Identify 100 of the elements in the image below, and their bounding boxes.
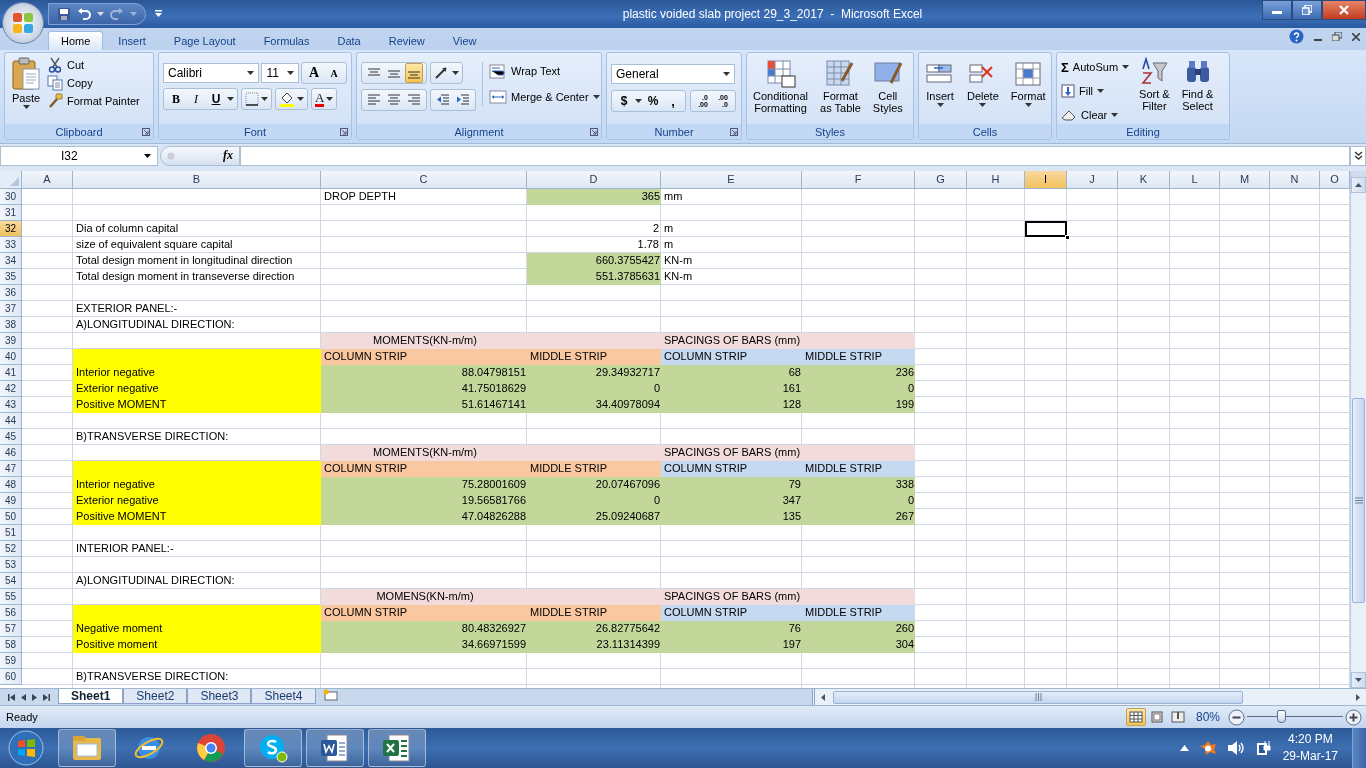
first-sheet-icon[interactable] — [8, 693, 15, 701]
format-as-table-button[interactable]: Format as Table — [818, 58, 863, 115]
cut-button[interactable]: Cut — [47, 56, 140, 74]
ribbon-tab[interactable]: Home — [48, 31, 104, 50]
ribbon-tab[interactable]: Review — [375, 31, 438, 50]
redo-icon[interactable] — [110, 7, 124, 21]
name-box[interactable]: I32 — [0, 145, 158, 166]
find-select-button[interactable]: Find & Select — [1179, 56, 1216, 113]
currency-button[interactable]: $ — [615, 91, 633, 111]
italic-button[interactable]: I — [187, 89, 205, 109]
ribbon-tab[interactable]: View — [439, 31, 490, 50]
align-lines-icon — [407, 94, 421, 106]
taskbar-app-button[interactable] — [244, 729, 302, 767]
scissors-icon — [47, 57, 63, 73]
clock-time[interactable]: 4:20 PM — [1287, 731, 1333, 748]
wrap-text-button[interactable]: Wrap Text — [489, 62, 600, 80]
zoom-out-icon[interactable] — [1228, 708, 1245, 726]
sort-filter-button[interactable]: Sort & Filter — [1137, 56, 1172, 113]
caret-icon — [635, 99, 642, 103]
format-button[interactable]: Format — [1008, 58, 1048, 108]
close-button[interactable] — [1322, 0, 1366, 20]
orientation-button[interactable] — [430, 62, 463, 84]
shrink-font-button[interactable]: A — [325, 63, 343, 83]
sheet-tab[interactable]: Sheet1 — [58, 689, 124, 705]
sheet-tab[interactable]: Sheet4 — [251, 689, 316, 705]
ribbon-tab[interactable]: Data — [324, 31, 374, 50]
previous-sheet-icon[interactable] — [21, 693, 26, 701]
copy-button[interactable]: Copy — [47, 74, 140, 92]
help-icon[interactable] — [1289, 29, 1304, 44]
scroll-down-button[interactable] — [1351, 672, 1366, 689]
folder-icon — [71, 734, 103, 762]
undo-icon[interactable] — [77, 7, 91, 21]
merge-icon — [489, 90, 507, 104]
insert-function-button[interactable]: fx — [160, 145, 240, 166]
conditional-formatting-button[interactable]: Conditional Formatting — [751, 58, 811, 115]
align-bottom-button[interactable] — [405, 63, 423, 83]
dialog-launcher-icon[interactable] — [142, 128, 150, 136]
corner-triangle-icon — [10, 176, 19, 186]
border-icon — [245, 92, 259, 106]
customize-icon[interactable] — [154, 10, 163, 18]
restore-icon[interactable] — [1332, 32, 1342, 41]
split-handle[interactable] — [1351, 170, 1366, 177]
cell-cursor[interactable] — [1025, 220, 1067, 237]
sheet-tab[interactable]: Sheet2 — [123, 689, 188, 705]
ribbon-tab[interactable]: Page Layout — [160, 31, 249, 50]
underline-button[interactable]: U — [207, 89, 225, 109]
font-color-button[interactable]: A — [311, 88, 338, 110]
grow-font-button[interactable]: A — [305, 63, 323, 83]
antivirus-icon[interactable] — [1198, 740, 1217, 756]
caret-icon — [1122, 65, 1130, 69]
normal-view-button[interactable] — [1125, 708, 1146, 727]
comma-button[interactable]: , — [664, 91, 682, 111]
office-button[interactable] — [2, 2, 44, 44]
bold-button[interactable]: B — [167, 89, 185, 109]
dialog-launcher-icon[interactable] — [590, 128, 598, 136]
format-painter-button[interactable]: Format Painter — [47, 92, 140, 110]
clear-button[interactable]: Clear — [1061, 106, 1130, 124]
taskbar-app-button[interactable] — [306, 729, 364, 767]
taskbar-app-button[interactable] — [368, 729, 426, 767]
cell-styles-button[interactable]: Cell Styles — [870, 58, 905, 115]
maximize-button[interactable] — [1292, 0, 1322, 20]
taskbar-app-button[interactable] — [58, 729, 116, 767]
autosum-button[interactable]: Σ AutoSum — [1061, 58, 1130, 76]
delete-button[interactable]: Delete — [965, 58, 1001, 108]
ribbon-tab[interactable]: Formulas — [250, 31, 323, 50]
wrap-text-icon — [489, 63, 507, 79]
dialog-launcher-icon[interactable] — [340, 128, 348, 136]
minimize-button[interactable] — [1262, 0, 1292, 20]
borders-button[interactable] — [241, 88, 272, 110]
clock-date[interactable]: 29-Mar-17 — [1282, 748, 1338, 765]
expand-formula-button[interactable] — [1350, 145, 1366, 166]
scroll-thumb[interactable] — [1352, 397, 1365, 603]
merge-center-button[interactable]: Merge & Center — [489, 88, 600, 106]
chevron-icon — [1353, 151, 1363, 161]
number-format-field[interactable]: General — [611, 64, 735, 84]
font-name-field[interactable]: Calibri — [163, 63, 260, 83]
slider-thumb[interactable] — [1276, 710, 1286, 724]
scroll-thumb[interactable] — [833, 690, 1243, 704]
paste-button[interactable]: Paste — [9, 56, 43, 110]
tray-arrow-icon[interactable] — [1179, 745, 1189, 751]
percent-button[interactable]: % — [644, 91, 662, 111]
fill-button[interactable]: Fill — [1061, 82, 1130, 100]
fill-color-button[interactable] — [275, 88, 308, 110]
ribbon-tab[interactable]: Insert — [105, 31, 159, 50]
zoom-level[interactable]: 80% — [1195, 710, 1220, 725]
save-icon[interactable] — [57, 7, 71, 21]
last-sheet-icon[interactable] — [43, 693, 50, 701]
zoom-slider[interactable] — [1247, 709, 1343, 726]
caret-icon — [723, 72, 730, 76]
insert-sheet-icon[interactable] — [321, 689, 338, 702]
power-plug-icon[interactable] — [1254, 739, 1271, 757]
formula-input[interactable] — [240, 145, 1350, 166]
sheet-tab[interactable]: Sheet3 — [187, 689, 252, 705]
close-icon[interactable] — [1352, 32, 1360, 41]
next-sheet-icon[interactable] — [32, 693, 37, 701]
dialog-launcher-icon[interactable] — [730, 128, 738, 136]
speaker-icon[interactable] — [1226, 740, 1245, 756]
sum-icon: Σ — [1061, 59, 1069, 75]
insert-button[interactable]: Insert — [923, 58, 957, 108]
font-size-field[interactable]: 11 — [261, 63, 299, 83]
